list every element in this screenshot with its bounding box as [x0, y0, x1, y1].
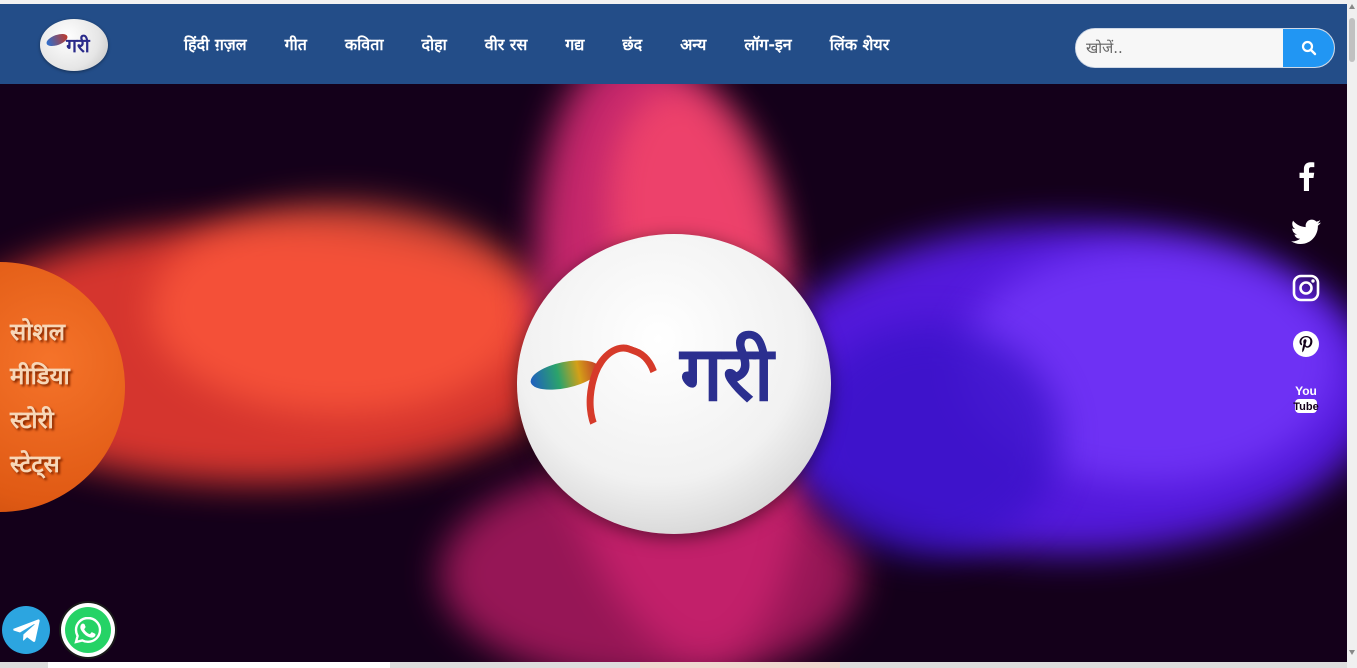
- nav-item-chhand[interactable]: छंद: [622, 34, 642, 56]
- scroll-up-arrow-icon[interactable]: [1349, 4, 1355, 9]
- facebook-icon: [1299, 162, 1315, 191]
- nav-item-gadya[interactable]: गद्य: [565, 34, 584, 56]
- instagram-icon: [1292, 274, 1320, 302]
- social-icons: You Tube: [1288, 158, 1324, 438]
- nav-item-anya[interactable]: अन्य: [680, 34, 706, 56]
- pinterest-link[interactable]: [1288, 326, 1324, 362]
- badge-line: सोशल: [10, 318, 66, 346]
- search-box: [1075, 28, 1335, 68]
- pinterest-icon: [1293, 331, 1319, 357]
- hero-logo-text: गरी: [680, 329, 774, 418]
- nav-item-geet[interactable]: गीत: [285, 34, 307, 56]
- nav-item-login[interactable]: लॉग-इन: [744, 34, 791, 56]
- badge-line: स्टेट्स: [10, 450, 60, 478]
- nav-item-doha[interactable]: दोहा: [421, 34, 446, 56]
- navbar: गरी हिंदी ग़ज़ल गीत कविता दोहा वीर रस गद…: [0, 4, 1347, 84]
- search-button[interactable]: [1283, 29, 1334, 67]
- hero-banner: गरी सोशल मीडिया स्टोरी स्टेट्स You Tube: [0, 84, 1347, 662]
- logo-text: गरी: [66, 35, 90, 57]
- whatsapp-button[interactable]: [61, 603, 115, 657]
- whatsapp-icon: [74, 616, 102, 644]
- youtube-link[interactable]: You Tube: [1288, 382, 1324, 418]
- svg-text:You: You: [1295, 384, 1317, 398]
- site-logo[interactable]: गरी: [40, 19, 108, 71]
- nav-item-hindi-ghazal[interactable]: हिंदी ग़ज़ल: [184, 34, 247, 56]
- telegram-icon: [13, 619, 40, 642]
- badge-line: मीडिया: [10, 362, 70, 390]
- indigo-smoke: [800, 324, 1060, 554]
- main-nav: हिंदी ग़ज़ल गीत कविता दोहा वीर रस गद्य छ…: [184, 34, 927, 56]
- nav-item-kavita[interactable]: कविता: [345, 34, 384, 56]
- content-block: [48, 662, 390, 668]
- social-media-badge-text[interactable]: सोशल मीडिया स्टोरी स्टेट्स: [10, 310, 120, 486]
- twitter-link[interactable]: [1288, 214, 1324, 250]
- facebook-link[interactable]: [1288, 158, 1324, 194]
- scroll-down-arrow-icon[interactable]: [1349, 650, 1355, 655]
- orange-smoke: [150, 204, 530, 414]
- page-content-strip: [0, 662, 1347, 668]
- badge-line: स्टोरी: [10, 406, 54, 434]
- page-scrollbar[interactable]: [1347, 0, 1357, 668]
- instagram-link[interactable]: [1288, 270, 1324, 306]
- search-input[interactable]: [1076, 29, 1284, 67]
- whatsapp-badge: [65, 607, 111, 653]
- scroll-thumb[interactable]: [1349, 18, 1355, 62]
- twitter-icon: [1291, 219, 1321, 244]
- search-icon: [1301, 40, 1316, 56]
- svg-text:Tube: Tube: [1293, 401, 1318, 413]
- telegram-button[interactable]: [2, 606, 50, 654]
- nav-item-veer-ras[interactable]: वीर रस: [485, 34, 528, 56]
- youtube-icon: You Tube: [1293, 384, 1319, 413]
- content-block: [640, 662, 840, 668]
- nav-item-link-share[interactable]: लिंक शेयर: [830, 34, 890, 56]
